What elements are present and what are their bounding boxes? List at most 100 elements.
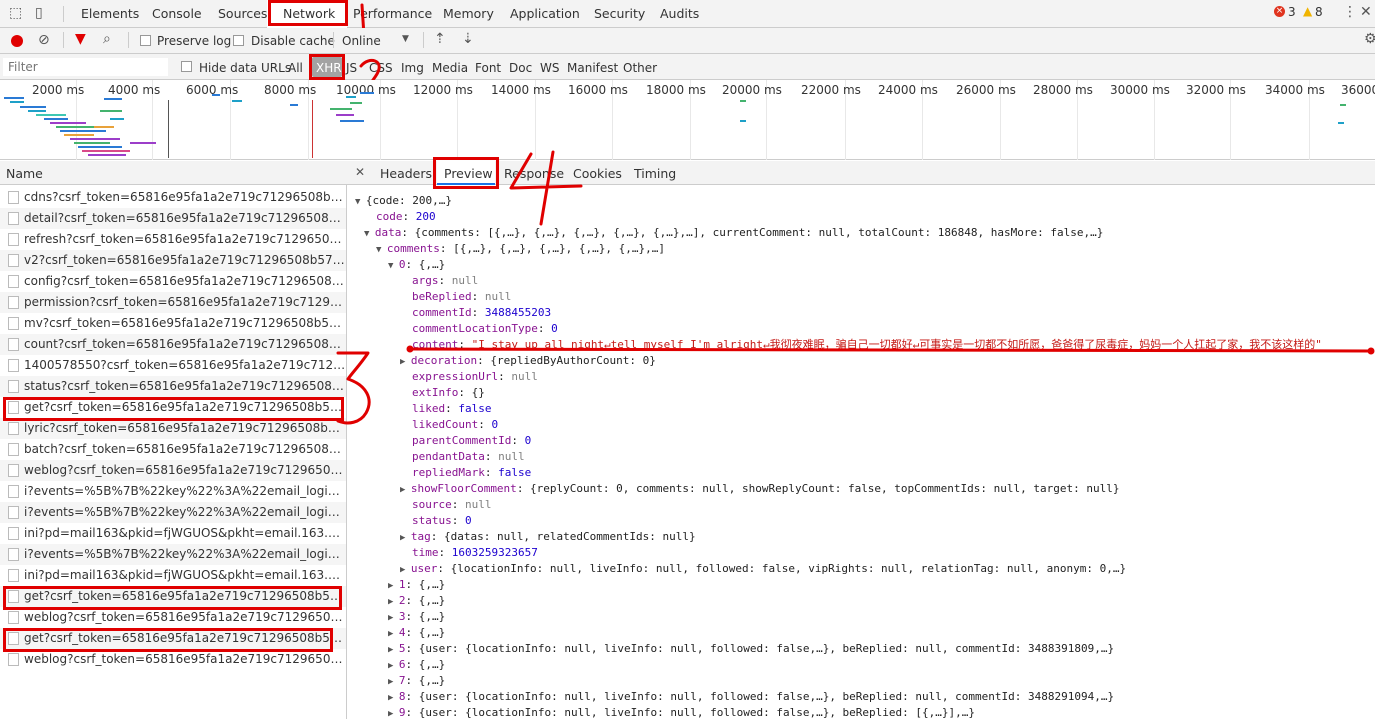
- filter-type-ws[interactable]: WS: [540, 61, 559, 75]
- request-row[interactable]: permission?csrf_token=65816e95fa1a2e719c…: [0, 292, 346, 313]
- request-row[interactable]: weblog?csrf_token=65816e95fa1a2e719c7129…: [0, 649, 346, 670]
- settings-gear-icon[interactable]: ⚙: [1364, 31, 1375, 47]
- json-tree-node: status: 0: [412, 513, 472, 529]
- json-tree-node[interactable]: ▶ 6: {,…}: [388, 657, 445, 673]
- collapse-triangle-icon[interactable]: ▶: [388, 613, 399, 623]
- request-row[interactable]: v2?csrf_token=65816e95fa1a2e719c71296508…: [0, 250, 346, 271]
- filter-type-img[interactable]: Img: [401, 61, 424, 75]
- request-row[interactable]: cdns?csrf_token=65816e95fa1a2e719c712965…: [0, 187, 346, 208]
- more-options-icon[interactable]: ⋮: [1343, 4, 1357, 20]
- tab-application[interactable]: Application: [510, 6, 580, 21]
- json-tree-node[interactable]: ▶ 3: {,…}: [388, 609, 445, 625]
- request-row[interactable]: 1400578550?csrf_token=65816e95fa1a2e719c…: [0, 355, 346, 376]
- error-count[interactable]: 3: [1288, 5, 1296, 19]
- request-row[interactable]: i?events=%5B%7B%22key%22%3A%22email_logi…: [0, 502, 346, 523]
- tab-headers[interactable]: Headers: [380, 166, 432, 181]
- expand-triangle-icon[interactable]: ▼: [355, 197, 366, 207]
- expand-triangle-icon[interactable]: ▼: [364, 229, 375, 239]
- collapse-triangle-icon[interactable]: ▶: [388, 709, 399, 719]
- json-tree-node[interactable]: ▶ tag: {datas: null, relatedCommentIds: …: [400, 529, 696, 545]
- tab-console[interactable]: Console: [152, 6, 202, 21]
- json-tree-node[interactable]: ▼ data: {comments: [{,…}, {,…}, {,…}, {,…: [364, 225, 1103, 241]
- request-row[interactable]: i?events=%5B%7B%22key%22%3A%22email_logi…: [0, 544, 346, 565]
- tab-timing[interactable]: Timing: [634, 166, 676, 181]
- collapse-triangle-icon[interactable]: ▶: [388, 677, 399, 687]
- collapse-triangle-icon[interactable]: ▶: [400, 357, 411, 367]
- expand-triangle-icon[interactable]: ▼: [376, 245, 387, 255]
- collapse-triangle-icon[interactable]: ▶: [388, 597, 399, 607]
- json-tree-node[interactable]: ▼ comments: [{,…}, {,…}, {,…}, {,…}, {,……: [376, 241, 665, 257]
- request-row[interactable]: ini?pd=mail163&pkid=fjWGUOS&pkht=email.1…: [0, 523, 346, 544]
- collapse-triangle-icon[interactable]: ▶: [388, 693, 399, 703]
- tab-security[interactable]: Security: [594, 6, 645, 21]
- import-har-icon[interactable]: ⇡: [434, 31, 446, 47]
- filter-type-media[interactable]: Media: [432, 61, 468, 75]
- tab-sources[interactable]: Sources: [218, 6, 267, 21]
- chevron-down-icon[interactable]: ▼: [402, 34, 409, 44]
- request-row[interactable]: mv?csrf_token=65816e95fa1a2e719c71296508…: [0, 313, 346, 334]
- request-row[interactable]: refresh?csrf_token=65816e95fa1a2e719c712…: [0, 229, 346, 250]
- request-row[interactable]: weblog?csrf_token=65816e95fa1a2e719c7129…: [0, 460, 346, 481]
- json-tree-node[interactable]: ▶ 8: {user: {locationInfo: null, liveInf…: [388, 689, 1114, 705]
- filter-icon[interactable]: ▼: [75, 31, 86, 47]
- tab-memory[interactable]: Memory: [443, 6, 494, 21]
- throttle-select[interactable]: Online: [342, 34, 381, 48]
- warning-count[interactable]: 8: [1315, 5, 1323, 19]
- request-row[interactable]: i?events=%5B%7B%22key%22%3A%22email_logi…: [0, 481, 346, 502]
- json-tree-node[interactable]: ▶ 2: {,…}: [388, 593, 445, 609]
- close-devtools-icon[interactable]: ✕: [1360, 4, 1372, 20]
- expand-triangle-icon[interactable]: ▼: [388, 261, 399, 271]
- hide-data-urls-checkbox[interactable]: [181, 61, 192, 72]
- collapse-triangle-icon[interactable]: ▶: [400, 533, 411, 543]
- request-row[interactable]: config?csrf_token=65816e95fa1a2e719c7129…: [0, 271, 346, 292]
- disable-cache-checkbox[interactable]: [233, 35, 244, 46]
- request-row[interactable]: detail?csrf_token=65816e95fa1a2e719c7129…: [0, 208, 346, 229]
- json-tree-node[interactable]: ▶ 7: {,…}: [388, 673, 445, 689]
- json-tree-node[interactable]: ▶ 9: {user: {locationInfo: null, liveInf…: [388, 705, 975, 719]
- collapse-triangle-icon[interactable]: ▶: [400, 565, 411, 575]
- collapse-triangle-icon[interactable]: ▶: [388, 645, 399, 655]
- collapse-triangle-icon[interactable]: ▶: [388, 661, 399, 671]
- request-row[interactable]: batch?csrf_token=65816e95fa1a2e719c71296…: [0, 439, 346, 460]
- export-har-icon[interactable]: ⇣: [462, 31, 474, 47]
- request-row[interactable]: status?csrf_token=65816e95fa1a2e719c7129…: [0, 376, 346, 397]
- preserve-log-checkbox[interactable]: [140, 35, 151, 46]
- request-type-icon: [8, 464, 19, 477]
- filter-type-doc[interactable]: Doc: [509, 61, 532, 75]
- json-tree-node[interactable]: ▼ {code: 200,…}: [355, 193, 452, 209]
- request-row[interactable]: weblog?csrf_token=65816e95fa1a2e719c7129…: [0, 607, 346, 628]
- json-tree-node[interactable]: ▶ 5: {user: {locationInfo: null, liveInf…: [388, 641, 1114, 657]
- dom-content-loaded-marker: [168, 100, 169, 158]
- request-row[interactable]: count?csrf_token=65816e95fa1a2e719c71296…: [0, 334, 346, 355]
- clear-icon[interactable]: ⊘: [38, 32, 50, 48]
- close-detail-icon[interactable]: ✕: [355, 165, 365, 179]
- json-node-text: commentId: 3488455203: [412, 306, 552, 319]
- json-tree-node: code: 200: [376, 209, 436, 225]
- timeline-tick-label: 24000 ms: [878, 83, 938, 97]
- tab-elements[interactable]: Elements: [81, 6, 139, 21]
- search-icon[interactable]: ⌕: [103, 31, 111, 47]
- collapse-triangle-icon[interactable]: ▶: [388, 581, 399, 591]
- timeline-request-bar: [330, 108, 352, 110]
- device-toolbar-icon[interactable]: ▯: [35, 5, 43, 21]
- name-column-header[interactable]: Name: [6, 166, 43, 181]
- request-row[interactable]: ini?pd=mail163&pkid=fjWGUOS&pkht=email.1…: [0, 565, 346, 586]
- timeline-tick-label: 30000 ms: [1110, 83, 1170, 97]
- filter-type-other[interactable]: Other: [623, 61, 657, 75]
- filter-type-manifest[interactable]: Manifest: [567, 61, 618, 75]
- collapse-triangle-icon[interactable]: ▶: [388, 629, 399, 639]
- json-tree-node[interactable]: ▶ 1: {,…}: [388, 577, 445, 593]
- json-tree-node[interactable]: ▶ user: {locationInfo: null, liveInfo: n…: [400, 561, 1126, 577]
- inspect-element-icon[interactable]: ⬚: [9, 5, 22, 21]
- request-row[interactable]: lyric?csrf_token=65816e95fa1a2e719c71296…: [0, 418, 346, 439]
- record-icon[interactable]: [11, 35, 23, 47]
- annotation-mark-3: [336, 351, 371, 425]
- filter-type-font[interactable]: Font: [475, 61, 501, 75]
- collapse-triangle-icon[interactable]: ▶: [400, 485, 411, 495]
- filter-input[interactable]: [3, 58, 168, 76]
- tab-audits[interactable]: Audits: [660, 6, 699, 21]
- json-tree-node[interactable]: ▶ showFloorComment: {replyCount: 0, comm…: [400, 481, 1119, 497]
- json-tree-node[interactable]: ▶ 4: {,…}: [388, 625, 445, 641]
- json-tree-node[interactable]: ▼ 0: {,…}: [388, 257, 445, 273]
- filter-type-all[interactable]: All: [288, 61, 303, 75]
